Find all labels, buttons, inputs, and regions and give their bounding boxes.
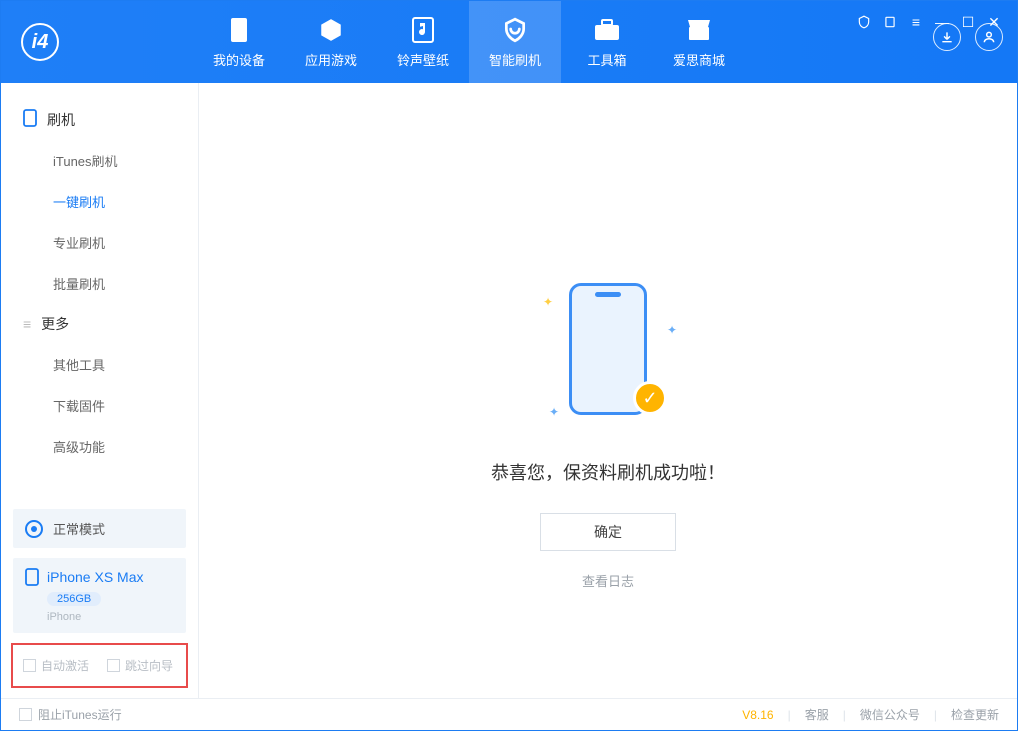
sidebar-item-advanced[interactable]: 高级功能	[1, 426, 198, 467]
nav-label: 应用游戏	[305, 50, 357, 69]
nav-tab-device[interactable]: 我的设备	[193, 1, 285, 83]
device-icon	[230, 16, 248, 44]
section-more: ≡ 更多	[1, 304, 198, 344]
checkbox-label: 阻止iTunes运行	[38, 706, 122, 723]
success-illustration: ✦ ✦ ✦ ✓	[543, 283, 673, 423]
phone-icon	[23, 109, 37, 130]
status-text: 正常模式	[53, 519, 105, 538]
section-title: 刷机	[47, 110, 75, 130]
checkbox-auto-activate[interactable]: 自动激活	[23, 657, 89, 674]
nav-label: 工具箱	[588, 50, 627, 69]
nav-label: 铃声壁纸	[397, 50, 449, 69]
nav-tab-apps[interactable]: 应用游戏	[285, 1, 377, 83]
checkbox-icon	[19, 708, 32, 721]
nav-label: 爱思商城	[673, 50, 725, 69]
divider: |	[843, 708, 846, 722]
nav-tabs: 我的设备 应用游戏 铃声壁纸 智能刷机 工具箱 爱思商城	[193, 1, 745, 83]
sidebar-item-oneclick[interactable]: 一键刷机	[1, 181, 198, 222]
device-type: iPhone	[47, 611, 174, 623]
refresh-icon	[502, 16, 528, 44]
nav-tab-ringtones[interactable]: 铃声壁纸	[377, 1, 469, 83]
version-label: V8.16	[742, 708, 773, 722]
titlebar-controls: ≡ — ☐ ✕	[855, 13, 1003, 31]
sidebar-item-othertools[interactable]: 其他工具	[1, 344, 198, 385]
section-title: 更多	[41, 314, 69, 334]
device-status[interactable]: 正常模式	[13, 509, 186, 548]
cube-icon	[318, 16, 344, 44]
highlighted-options: 自动激活 跳过向导	[11, 643, 188, 688]
device-card[interactable]: iPhone XS Max 256GB iPhone	[13, 558, 186, 633]
nav-label: 智能刷机	[489, 50, 541, 69]
confirm-button[interactable]: 确定	[540, 513, 676, 551]
maximize-icon[interactable]: ☐	[959, 13, 977, 31]
logo-icon: i4	[21, 23, 59, 61]
checkbox-icon	[23, 659, 36, 672]
nav-tab-flash[interactable]: 智能刷机	[469, 1, 561, 83]
close-icon[interactable]: ✕	[985, 13, 1003, 31]
divider: |	[934, 708, 937, 722]
spark-icon: ✦	[543, 295, 553, 309]
main-content: ✦ ✦ ✦ ✓ 恭喜您，保资料刷机成功啦！ 确定 查看日志	[199, 83, 1017, 698]
sidebar-item-pro[interactable]: 专业刷机	[1, 222, 198, 263]
divider: |	[788, 708, 791, 722]
checkbox-label: 自动激活	[41, 657, 89, 674]
list-icon: ≡	[23, 316, 31, 332]
view-log-link[interactable]: 查看日志	[582, 571, 634, 590]
nav-tab-store[interactable]: 爱思商城	[653, 1, 745, 83]
sidebar: 刷机 iTunes刷机 一键刷机 专业刷机 批量刷机 ≡ 更多 其他工具 下载固…	[1, 83, 199, 698]
success-check-icon: ✓	[633, 381, 667, 415]
spark-icon: ✦	[667, 323, 677, 337]
spark-icon: ✦	[549, 405, 559, 419]
toolbox-icon	[594, 16, 620, 44]
footer-link-wechat[interactable]: 微信公众号	[860, 706, 920, 723]
footer: 阻止iTunes运行 V8.16 | 客服 | 微信公众号 | 检查更新	[1, 698, 1017, 730]
theme-icon[interactable]	[855, 13, 873, 31]
footer-link-update[interactable]: 检查更新	[951, 706, 999, 723]
body: 刷机 iTunes刷机 一键刷机 专业刷机 批量刷机 ≡ 更多 其他工具 下载固…	[1, 83, 1017, 698]
footer-link-support[interactable]: 客服	[805, 706, 829, 723]
menu-icon[interactable]: ≡	[907, 13, 925, 31]
skin-icon[interactable]	[881, 13, 899, 31]
app-window: ≡ — ☐ ✕ i4 爱思助手 www.i4.cn 我的设备 应用游戏 铃声壁纸	[0, 0, 1018, 731]
status-dot-icon	[25, 520, 43, 538]
checkbox-block-itunes[interactable]: 阻止iTunes运行	[19, 706, 122, 723]
sidebar-item-firmware[interactable]: 下载固件	[1, 385, 198, 426]
app-url: www.i4.cn	[69, 149, 161, 162]
minimize-icon[interactable]: —	[933, 13, 951, 31]
store-icon	[686, 16, 712, 44]
checkbox-label: 跳过向导	[125, 657, 173, 674]
music-icon	[412, 16, 434, 44]
device-storage: 256GB	[47, 592, 101, 606]
nav-label: 我的设备	[213, 50, 265, 69]
success-message: 恭喜您，保资料刷机成功啦！	[491, 459, 725, 485]
checkbox-skip-wizard[interactable]: 跳过向导	[107, 657, 173, 674]
section-flash: 刷机	[1, 99, 198, 140]
checkbox-icon	[107, 659, 120, 672]
device-name: iPhone XS Max	[47, 569, 144, 585]
nav-tab-toolbox[interactable]: 工具箱	[561, 1, 653, 83]
sidebar-item-batch[interactable]: 批量刷机	[1, 263, 198, 304]
device-icon	[25, 568, 39, 586]
